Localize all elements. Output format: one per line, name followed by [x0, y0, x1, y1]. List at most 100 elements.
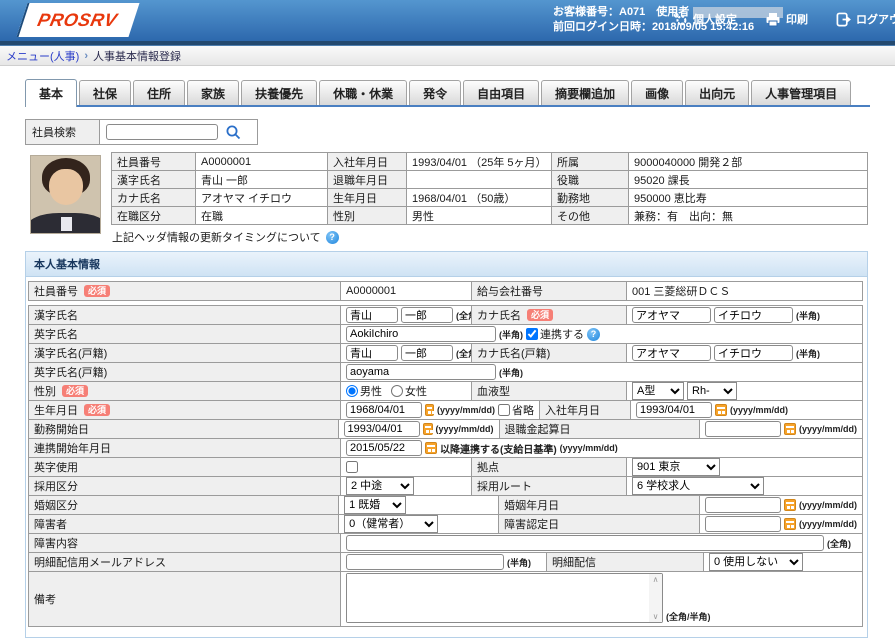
marriage-date-input[interactable] — [705, 497, 781, 513]
kana-name-registered-input[interactable] — [632, 345, 711, 361]
gender-radio-男性[interactable] — [346, 385, 358, 397]
hire-category-select[interactable]: 2 中途 — [346, 477, 414, 495]
english-use-checkbox[interactable] — [346, 461, 358, 473]
disability-select[interactable]: 0（健常者） — [344, 515, 438, 533]
form-row-disability: 障害者0（健常者）障害認定日(yyyy/mm/dd) — [29, 515, 863, 534]
hire-date-label: 入社年月日 — [545, 402, 600, 418]
blood-type-select[interactable]: A型 — [632, 382, 684, 400]
kanji-name-registered-input[interactable] — [401, 345, 453, 361]
kana-name-input[interactable] — [714, 307, 793, 323]
remarks-textarea[interactable] — [347, 574, 649, 622]
form-row-english-use: 英字使用拠点901 東京 — [29, 458, 863, 477]
personal-settings-button[interactable]: 個人設定 — [673, 11, 737, 27]
format-note: (yyyy/mm/dd) — [799, 519, 857, 529]
kana-name-registered-input[interactable] — [714, 345, 793, 361]
kanji-name-input[interactable] — [346, 307, 398, 323]
tab-休職・休業[interactable]: 休職・休業 — [319, 80, 407, 105]
printer-icon — [765, 12, 781, 27]
format-note: (yyyy/mm/dd) — [730, 405, 788, 415]
help-icon[interactable]: ? — [326, 231, 339, 244]
employee-summary-table: 社員番号A0000001入社年月日1993/04/01 （25年 5ヶ月）所属9… — [112, 153, 868, 225]
blood-type-select[interactable]: Rh- — [687, 382, 737, 400]
basic-info-section: 本人基本情報 社員番号必須A0000001給与会社番号001 三菱総研ＤＣＳ漢字… — [25, 251, 868, 638]
gender-radio-女性[interactable] — [391, 385, 403, 397]
tab-住所[interactable]: 住所 — [133, 80, 185, 105]
calendar-icon[interactable] — [784, 499, 796, 511]
kanji-name-registered-label: 漢字氏名(戸籍) — [34, 345, 107, 361]
form-row-birth-date: 生年月日必須(yyyy/mm/dd)省略入社年月日(yyyy/mm/dd) — [29, 401, 863, 420]
calendar-icon[interactable] — [425, 404, 434, 416]
kana-name-input[interactable] — [632, 307, 711, 323]
form-row-disability-detail: 障害内容(全角) — [29, 534, 863, 553]
severance-calc-start-date-input[interactable] — [705, 421, 781, 437]
breadcrumb-current: 人事基本情報登録 — [93, 48, 181, 64]
help-icon[interactable]: ? — [587, 328, 600, 341]
hire-category-label: 採用区分 — [34, 478, 78, 494]
birth-date-checkbox[interactable] — [498, 404, 510, 416]
kana-name-registered-label: カナ氏名(戸籍) — [477, 345, 550, 361]
employee-photo — [30, 155, 101, 234]
kanji-name-registered-input[interactable] — [346, 345, 398, 361]
breadcrumb-menu-link[interactable]: メニュー(人事) — [6, 48, 79, 64]
calendar-icon[interactable] — [423, 423, 433, 435]
employee-search-input[interactable] — [106, 124, 218, 140]
tab-発令[interactable]: 発令 — [409, 80, 461, 105]
english-name-checkbox[interactable] — [526, 328, 538, 340]
kanji-name-input[interactable] — [401, 307, 453, 323]
link-start-date-input[interactable] — [346, 440, 422, 456]
tab-扶養優先[interactable]: 扶養優先 — [241, 80, 317, 105]
summary-value: 青山 一郎 — [195, 170, 328, 189]
summary-label: 勤務地 — [551, 188, 629, 207]
form-row-work-start-date: 勤務開始日(yyyy/mm/dd)退職金起算日(yyyy/mm/dd) — [29, 420, 863, 439]
required-badge: 必須 — [62, 385, 88, 398]
tab-摘要欄追加[interactable]: 摘要欄追加 — [541, 80, 629, 105]
summary-label: 所属 — [551, 152, 629, 171]
hire-route-select[interactable]: 6 学校求人 — [632, 477, 764, 495]
print-button[interactable]: 印刷 — [765, 11, 808, 27]
format-note: (半角) — [499, 328, 523, 341]
hire-date-input[interactable] — [636, 402, 712, 418]
birth-date-input[interactable] — [346, 402, 422, 418]
format-note: (yyyy/mm/dd) — [560, 443, 618, 453]
tab-自由項目[interactable]: 自由項目 — [463, 80, 539, 105]
logout-button[interactable]: ログアウト — [836, 11, 895, 27]
location-select[interactable]: 901 東京 — [632, 458, 720, 476]
tab-家族[interactable]: 家族 — [187, 80, 239, 105]
form-row-marriage-category: 婚姻区分1 既婚婚姻年月日(yyyy/mm/dd) — [29, 496, 863, 515]
calendar-icon[interactable] — [425, 442, 437, 454]
disability-detail-input[interactable] — [346, 535, 824, 551]
header-update-note: 上記ヘッダ情報の更新タイミングについて — [112, 229, 321, 245]
marriage-category-select[interactable]: 1 既婚 — [344, 496, 406, 514]
app-header: PROSRV お客様番号：A071 使用者 前回ログイン日時：2018/09/0… — [0, 0, 895, 41]
statement-email-input[interactable] — [346, 554, 504, 570]
summary-value: 9000040000 開発２部 — [628, 152, 868, 171]
format-note: (半角) — [499, 366, 523, 379]
disability-cert-date-input[interactable] — [705, 516, 781, 532]
calendar-icon[interactable] — [715, 404, 727, 416]
format-note: (yyyy/mm/dd) — [799, 424, 857, 434]
work-start-date-input[interactable] — [344, 421, 420, 437]
employee-summary: 社員番号A0000001入社年月日1993/04/01 （25年 5ヶ月）所属9… — [25, 153, 895, 245]
form-row-english-name-registered: 英字氏名(戸籍)(半角) — [29, 363, 863, 382]
calendar-icon[interactable] — [784, 518, 796, 530]
tab-画像[interactable]: 画像 — [631, 80, 683, 105]
basic-info-form: 社員番号必須A0000001給与会社番号001 三菱総研ＤＣＳ漢字氏名(全角)カ… — [26, 277, 867, 627]
summary-value: 1993/04/01 （25年 5ヶ月） — [406, 152, 552, 171]
calendar-icon[interactable] — [784, 423, 796, 435]
scrollbar[interactable]: ∧∨ — [649, 574, 662, 622]
tab-人事管理項目[interactable]: 人事管理項目 — [751, 80, 851, 105]
statement-delivery-select[interactable]: 0 使用しない — [709, 553, 803, 571]
form-row-remarks: 備考∧∨(全角/半角) — [29, 572, 863, 627]
english-name-registered-input[interactable] — [346, 364, 496, 380]
tab-基本[interactable]: 基本 — [25, 79, 77, 107]
logo-text: PROSRV — [36, 10, 120, 31]
summary-value: 950000 恵比寿 — [628, 188, 868, 207]
english-name-input[interactable] — [346, 326, 496, 342]
tab-出向元[interactable]: 出向元 — [685, 80, 749, 105]
magnifier-icon[interactable] — [225, 124, 242, 141]
tab-社保[interactable]: 社保 — [79, 80, 131, 105]
english-name-label: 英字氏名 — [34, 326, 78, 342]
summary-label: 性別 — [327, 206, 407, 225]
summary-label: 退職年月日 — [327, 170, 407, 189]
summary-label: カナ氏名 — [111, 188, 196, 207]
